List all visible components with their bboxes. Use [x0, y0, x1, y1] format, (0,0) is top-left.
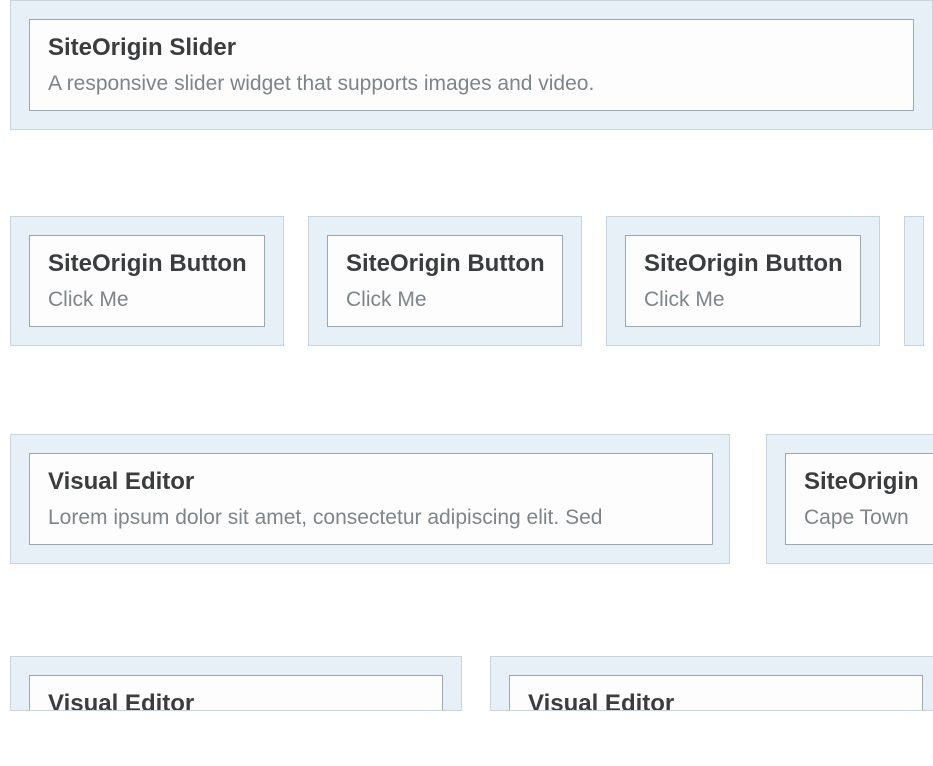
- panel-button-partial[interactable]: [904, 216, 924, 346]
- widget-description: Click Me: [644, 288, 842, 312]
- widget-title: SiteOrigin: [804, 468, 918, 496]
- widget-siteorigin-partial[interactable]: SiteOrigin Cape Town: [785, 453, 933, 545]
- builder-row-bottom: Visual Editor Visual Editor: [0, 656, 933, 711]
- builder-row-editor: Visual Editor Lorem ipsum dolor sit amet…: [0, 434, 933, 564]
- widget-siteorigin-button[interactable]: SiteOrigin Button Click Me: [327, 235, 563, 327]
- widget-siteorigin-button[interactable]: SiteOrigin Button Click Me: [29, 235, 265, 327]
- panel-visual-editor-bottom-1[interactable]: Visual Editor: [10, 656, 462, 711]
- panel-button-1[interactable]: SiteOrigin Button Click Me: [10, 216, 284, 346]
- widget-visual-editor[interactable]: Visual Editor: [509, 675, 923, 710]
- panel-visual-editor[interactable]: Visual Editor Lorem ipsum dolor sit amet…: [10, 434, 730, 564]
- widget-description: A responsive slider widget that supports…: [48, 72, 895, 96]
- widget-description: Lorem ipsum dolor sit amet, consectetur …: [48, 506, 694, 530]
- widget-description: Click Me: [48, 288, 246, 312]
- widget-title: SiteOrigin Button: [644, 250, 842, 278]
- widget-title: Visual Editor: [48, 690, 424, 710]
- panel-button-2[interactable]: SiteOrigin Button Click Me: [308, 216, 582, 346]
- widget-title: SiteOrigin Button: [346, 250, 544, 278]
- widget-title: SiteOrigin Button: [48, 250, 246, 278]
- widget-title: Visual Editor: [528, 690, 904, 710]
- widget-visual-editor[interactable]: Visual Editor: [29, 675, 443, 710]
- widget-visual-editor[interactable]: Visual Editor Lorem ipsum dolor sit amet…: [29, 453, 713, 545]
- panel-button-3[interactable]: SiteOrigin Button Click Me: [606, 216, 880, 346]
- widget-siteorigin-button[interactable]: SiteOrigin Button Click Me: [625, 235, 861, 327]
- panel-siteorigin-partial[interactable]: SiteOrigin Cape Town: [766, 434, 933, 564]
- widget-description: Click Me: [346, 288, 544, 312]
- widget-description: Cape Town: [804, 506, 918, 530]
- panel-slider[interactable]: SiteOrigin Slider A responsive slider wi…: [10, 0, 933, 130]
- widget-siteorigin-slider[interactable]: SiteOrigin Slider A responsive slider wi…: [29, 19, 914, 111]
- widget-title: Visual Editor: [48, 468, 694, 496]
- builder-row-buttons: SiteOrigin Button Click Me SiteOrigin Bu…: [0, 216, 933, 346]
- widget-title: SiteOrigin Slider: [48, 34, 895, 62]
- panel-visual-editor-bottom-2[interactable]: Visual Editor: [490, 656, 933, 711]
- builder-row-slider: SiteOrigin Slider A responsive slider wi…: [0, 0, 933, 130]
